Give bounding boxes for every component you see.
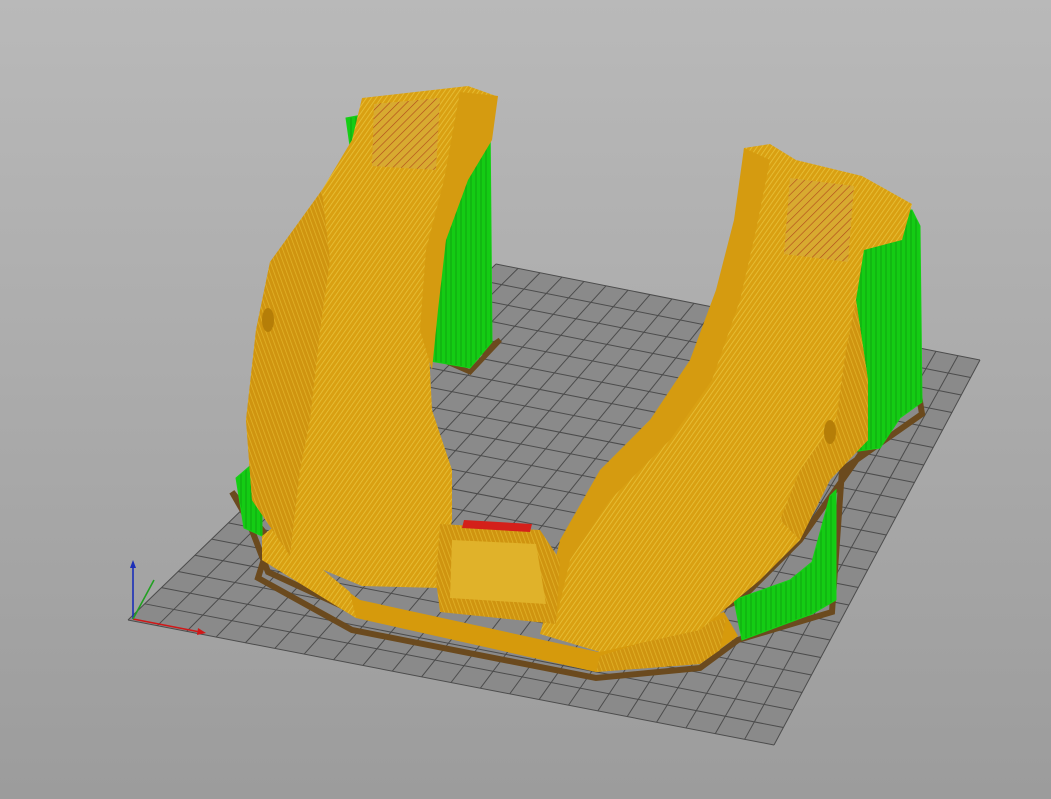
print-preview-scene[interactable] [0,0,1051,799]
right-mount-hole [824,420,836,444]
left-top-pad [372,98,440,170]
left-mount-hole [262,308,274,332]
right-top-pad [784,178,854,262]
center-channel-floor [450,540,546,604]
3d-preview-viewport[interactable] [0,0,1051,799]
z-axis-arrow-icon [130,560,136,568]
